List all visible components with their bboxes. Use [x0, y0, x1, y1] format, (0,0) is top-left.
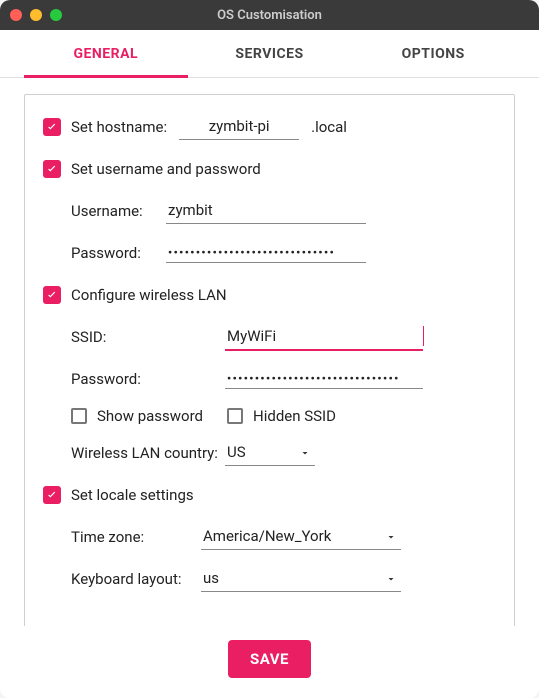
hostname-input[interactable]: [179, 114, 299, 140]
check-icon: [45, 488, 59, 502]
window: OS Customisation GENERAL SERVICES OPTION…: [0, 0, 539, 698]
wifi-password-input[interactable]: •••••••••••••••••••••••••••••••: [225, 370, 423, 389]
traffic-lights: [10, 9, 62, 21]
hidden-ssid-checkbox[interactable]: [227, 408, 243, 424]
wifi-country-select[interactable]: US: [225, 440, 315, 466]
window-title: OS Customisation: [0, 8, 539, 23]
username-input[interactable]: [166, 198, 366, 224]
userpass-label: Set username and password: [71, 160, 261, 178]
hidden-ssid-label: Hidden SSID: [253, 407, 336, 425]
wifi-checkbox[interactable]: [43, 286, 61, 304]
password-row: Password: ••••••••••••••••••••••••••••••: [71, 239, 496, 267]
check-icon: [45, 288, 59, 302]
locale-row: Set locale settings: [43, 481, 496, 509]
userpass-checkbox[interactable]: [43, 160, 61, 178]
save-button[interactable]: SAVE: [228, 640, 311, 678]
show-password-checkbox[interactable]: [71, 408, 87, 424]
hostname-row: Set hostname: .local: [43, 113, 496, 141]
keyboard-label: Keyboard layout:: [71, 570, 201, 588]
ssid-row: SSID: MyWiFi: [71, 323, 496, 351]
panel-scroll[interactable]: Set hostname: .local Set username and pa…: [0, 78, 539, 626]
wifi-country-value: US: [225, 440, 315, 466]
check-icon: [45, 120, 59, 134]
tab-options[interactable]: OPTIONS: [351, 30, 515, 77]
locale-checkbox[interactable]: [43, 486, 61, 504]
keyboard-select[interactable]: us: [201, 566, 401, 592]
maximize-window-button[interactable]: [50, 9, 62, 21]
wifi-row: Configure wireless LAN: [43, 281, 496, 309]
wifi-label: Configure wireless LAN: [71, 286, 227, 304]
wifi-options-row: Show password Hidden SSID: [71, 407, 496, 425]
locale-label: Set locale settings: [71, 486, 194, 504]
show-password-item: Show password: [71, 407, 203, 425]
tab-general[interactable]: GENERAL: [24, 30, 188, 77]
timezone-row: Time zone: America/New_York: [71, 523, 496, 551]
wifi-password-label: Password:: [71, 370, 225, 388]
ssid-input[interactable]: MyWiFi: [225, 324, 423, 351]
check-icon: [45, 162, 59, 176]
password-input[interactable]: ••••••••••••••••••••••••••••••: [166, 244, 366, 263]
username-row: Username:: [71, 197, 496, 225]
hidden-ssid-item: Hidden SSID: [227, 407, 336, 425]
wifi-country-label: Wireless LAN country:: [71, 444, 225, 462]
ssid-label: SSID:: [71, 328, 225, 346]
hostname-checkbox[interactable]: [43, 118, 61, 136]
password-label: Password:: [71, 244, 166, 262]
userpass-row: Set username and password: [43, 155, 496, 183]
show-password-label: Show password: [97, 407, 203, 425]
general-panel: Set hostname: .local Set username and pa…: [24, 94, 515, 626]
titlebar: OS Customisation: [0, 0, 539, 30]
tab-services[interactable]: SERVICES: [188, 30, 352, 77]
wifi-country-row: Wireless LAN country: US: [71, 439, 496, 467]
timezone-select[interactable]: America/New_York: [201, 524, 401, 550]
tab-bar: GENERAL SERVICES OPTIONS: [0, 30, 539, 78]
username-label: Username:: [71, 202, 166, 220]
keyboard-value: us: [201, 566, 401, 592]
wifi-password-row: Password: ••••••••••••••••••••••••••••••…: [71, 365, 496, 393]
hostname-suffix: .local: [311, 118, 347, 136]
timezone-value: America/New_York: [201, 524, 401, 550]
close-window-button[interactable]: [10, 9, 22, 21]
timezone-label: Time zone:: [71, 528, 201, 546]
minimize-window-button[interactable]: [30, 9, 42, 21]
footer: SAVE: [0, 626, 539, 698]
keyboard-row: Keyboard layout: us: [71, 565, 496, 593]
hostname-label: Set hostname:: [71, 118, 167, 136]
